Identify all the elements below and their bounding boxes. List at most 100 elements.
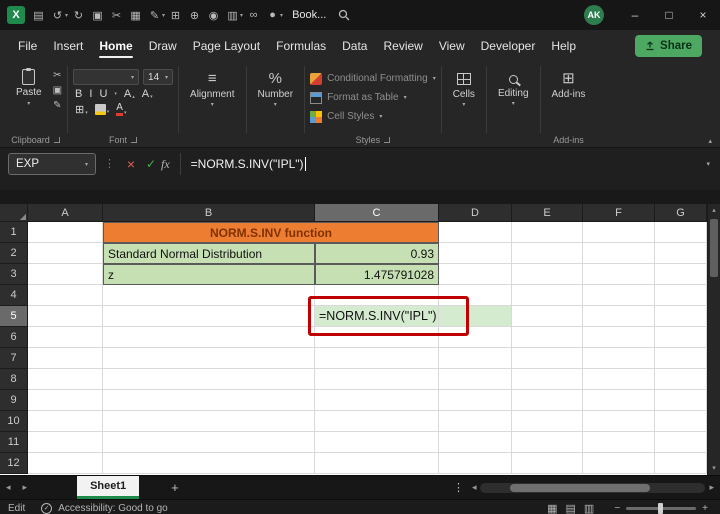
cell-C3[interactable]: 1.475791028	[315, 264, 439, 285]
cell-F5[interactable]	[583, 306, 655, 327]
menu-tab-developer[interactable]: Developer	[473, 30, 544, 62]
table-icon[interactable]: ⊞	[166, 4, 185, 26]
cell-B12[interactable]	[103, 453, 315, 474]
alignment-button[interactable]: ≡ Alignment ▾	[184, 66, 240, 108]
share-button[interactable]: Share	[635, 35, 702, 57]
insert-function-button[interactable]: fx	[161, 153, 181, 175]
cell-B10[interactable]	[103, 411, 315, 432]
cell-C2[interactable]: 0.93	[315, 243, 439, 264]
cell-G2[interactable]	[655, 243, 707, 264]
cell-B11[interactable]	[103, 432, 315, 453]
formula-input[interactable]: =NORM.S.INV("IPL")	[191, 153, 701, 175]
cell-F9[interactable]	[583, 390, 655, 411]
cell-D6[interactable]	[439, 327, 512, 348]
conditional-formatting-button[interactable]: Conditional Formatting ▾	[310, 70, 436, 87]
editing-button[interactable]: Editing ▾	[492, 66, 535, 107]
cancel-button[interactable]: ×	[121, 153, 141, 175]
column-header-E[interactable]: E	[512, 204, 583, 222]
font-name-select[interactable]: ▾	[73, 69, 140, 85]
cell-D9[interactable]	[439, 390, 512, 411]
vertical-scrollbar[interactable]: ▴ ▾	[707, 204, 720, 475]
cell-B2[interactable]: Standard Normal Distribution	[103, 243, 315, 264]
menu-tab-page-layout[interactable]: Page Layout	[185, 30, 268, 62]
cell-B8[interactable]	[103, 369, 315, 390]
cell-F2[interactable]	[583, 243, 655, 264]
menu-tab-review[interactable]: Review	[375, 30, 430, 62]
cell-E12[interactable]	[512, 453, 583, 474]
row-header-1[interactable]: 1	[0, 222, 28, 243]
normal-view-icon[interactable]: ▦	[547, 502, 557, 514]
dropdown-chevron-icon[interactable]: ▾	[280, 12, 283, 19]
row-header-9[interactable]: 9	[0, 390, 28, 411]
menu-tab-data[interactable]: Data	[334, 30, 375, 62]
zoom-out-button[interactable]: −	[614, 503, 620, 514]
dropdown-chevron-icon[interactable]: ▾	[162, 12, 165, 19]
cell-F6[interactable]	[583, 327, 655, 348]
cell-E1[interactable]	[512, 222, 583, 243]
cell-G3[interactable]	[655, 264, 707, 285]
cell-B5[interactable]	[103, 306, 315, 327]
cell-A10[interactable]	[28, 411, 103, 432]
cell-G4[interactable]	[655, 285, 707, 306]
cells-button[interactable]: Cells ▾	[447, 66, 481, 108]
row-header-7[interactable]: 7	[0, 348, 28, 369]
previous-sheet-icon[interactable]: ◂	[0, 482, 17, 493]
cell-C12[interactable]	[315, 453, 439, 474]
cell-B7[interactable]	[103, 348, 315, 369]
clipboard-dialog-launcher-icon[interactable]	[53, 137, 60, 143]
row-header-2[interactable]: 2	[0, 243, 28, 264]
new-sheet-button[interactable]: +	[171, 480, 179, 495]
cell-E9[interactable]	[512, 390, 583, 411]
zoom-in-button[interactable]: +	[702, 503, 708, 514]
select-all-corner[interactable]: ◢	[0, 204, 28, 222]
cell-C8[interactable]	[315, 369, 439, 390]
cell-F12[interactable]	[583, 453, 655, 474]
menu-tab-insert[interactable]: Insert	[45, 30, 91, 62]
cell-A11[interactable]	[28, 432, 103, 453]
paste-button[interactable]: Paste ▾	[9, 66, 49, 112]
row-header-11[interactable]: 11	[0, 432, 28, 453]
enter-button[interactable]: ✓	[141, 153, 161, 175]
cell-B1[interactable]: NORM.S.INV function	[103, 222, 439, 243]
insert-icon[interactable]: ⊕	[185, 4, 204, 26]
cell-E11[interactable]	[512, 432, 583, 453]
minimize-button[interactable]: –	[618, 0, 652, 30]
cell-styles-button[interactable]: Cell Styles ▾	[310, 108, 382, 125]
cell-G10[interactable]	[655, 411, 707, 432]
scroll-right-icon[interactable]: ▸	[709, 482, 714, 493]
cell-A9[interactable]	[28, 390, 103, 411]
vertical-scroll-track[interactable]	[708, 217, 720, 462]
account-avatar[interactable]: AK	[584, 5, 604, 25]
cut-button[interactable]: ✂	[53, 70, 62, 82]
column-header-B[interactable]: B	[103, 204, 315, 222]
cell-D10[interactable]	[439, 411, 512, 432]
row-header-6[interactable]: 6	[0, 327, 28, 348]
menu-tab-help[interactable]: Help	[543, 30, 584, 62]
cell-B9[interactable]	[103, 390, 315, 411]
cell-E5[interactable]	[512, 306, 583, 327]
horizontal-scrollbar[interactable]: ◂ ▸	[472, 482, 714, 493]
cell-E6[interactable]	[512, 327, 583, 348]
horizontal-scroll-thumb[interactable]	[510, 483, 651, 492]
vertical-scroll-thumb[interactable]	[710, 219, 718, 277]
number-button[interactable]: % Number ▾	[252, 66, 300, 108]
cell-A6[interactable]	[28, 327, 103, 348]
cell-B4[interactable]	[103, 285, 315, 306]
cell-C9[interactable]	[315, 390, 439, 411]
styles-dialog-launcher-icon[interactable]	[384, 137, 391, 143]
cell-F1[interactable]	[583, 222, 655, 243]
column-header-C[interactable]: C	[315, 204, 439, 222]
cell-D1[interactable]	[439, 222, 512, 243]
row-header-12[interactable]: 12	[0, 453, 28, 474]
bold-button[interactable]: B	[75, 88, 82, 100]
cell-F11[interactable]	[583, 432, 655, 453]
cell-C6[interactable]	[315, 327, 439, 348]
column-header-G[interactable]: G	[655, 204, 707, 222]
more-sheets-button[interactable]: ⋮	[445, 481, 472, 494]
increase-font-button[interactable]: A ▴	[124, 88, 135, 100]
copy-icon[interactable]: ▣	[88, 4, 107, 26]
font-size-select[interactable]: 14 ▾	[143, 69, 174, 85]
column-header-F[interactable]: F	[583, 204, 655, 222]
menu-tab-home[interactable]: Home	[91, 30, 140, 62]
cell-D8[interactable]	[439, 369, 512, 390]
